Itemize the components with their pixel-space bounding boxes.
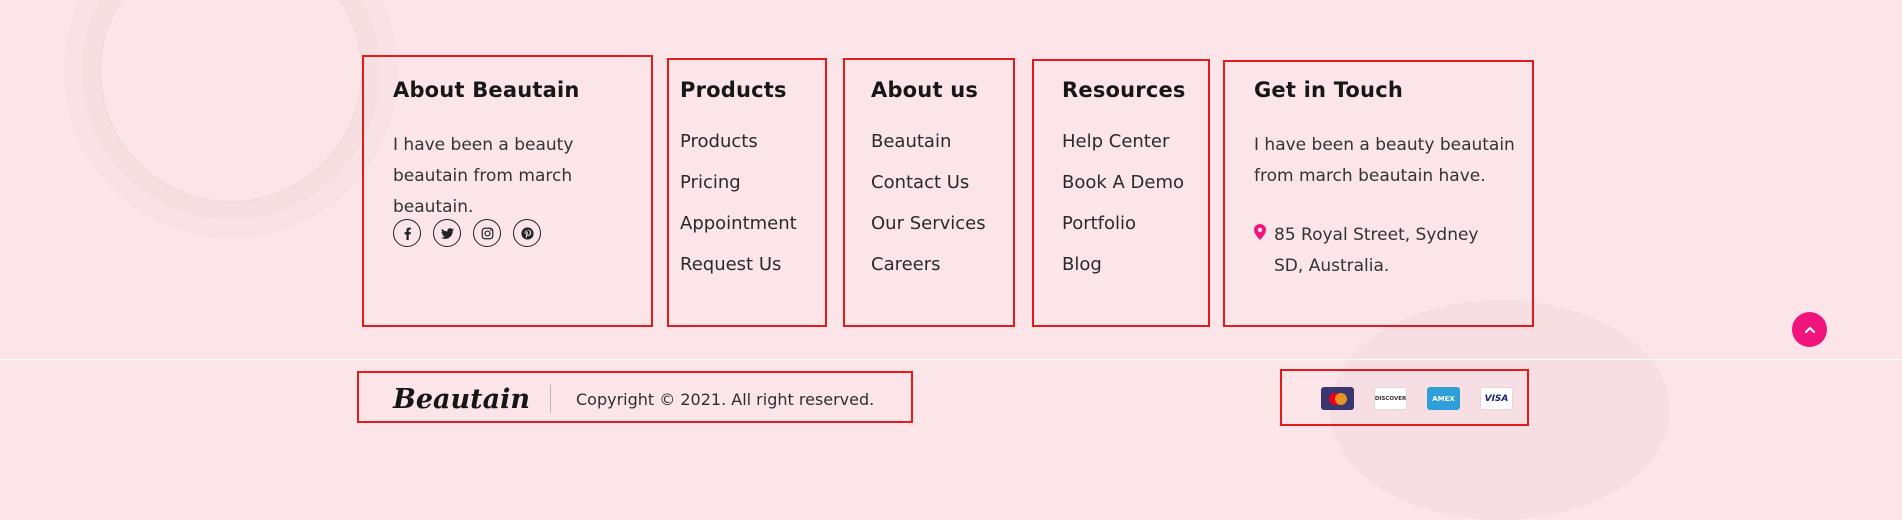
highlight-box-about-us xyxy=(843,58,1015,327)
payment-methods: DISCOVER AMEX VISA xyxy=(1321,387,1513,410)
visa-icon: VISA xyxy=(1480,387,1513,410)
discover-icon: DISCOVER xyxy=(1374,387,1407,410)
brand-separator xyxy=(550,385,551,413)
highlight-box-resources xyxy=(1032,59,1210,327)
background-mandala xyxy=(100,0,362,202)
copyright-text: Copyright © 2021. All right reserved. xyxy=(576,390,875,409)
scroll-to-top-button[interactable] xyxy=(1792,312,1827,347)
mastercard-icon xyxy=(1321,387,1354,410)
highlight-box-products xyxy=(667,58,827,327)
chevron-up-icon xyxy=(1804,326,1815,333)
footer-divider xyxy=(0,359,1902,360)
brand-logo[interactable]: Beautain xyxy=(393,384,530,415)
highlight-box-about xyxy=(362,55,653,327)
highlight-box-contact xyxy=(1223,60,1534,327)
amex-icon: AMEX xyxy=(1427,387,1460,410)
